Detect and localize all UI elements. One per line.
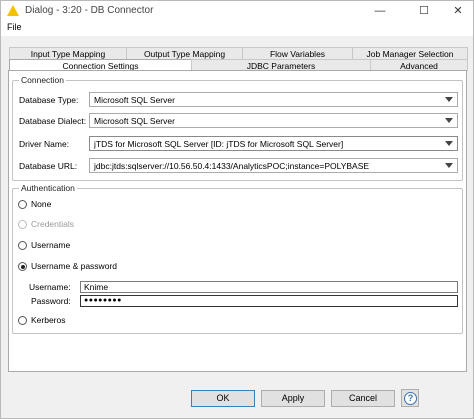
menu-file[interactable]: File [7,22,22,32]
password-label: Password: [31,296,71,306]
minimize-icon[interactable]: — [363,1,397,21]
help-button[interactable]: ? [401,389,419,407]
tab-flow-variables[interactable]: Flow Variables [242,47,353,59]
database-url-combo[interactable]: jdbc:jtds:sqlserver://10.56.50.4:1433/An… [89,158,458,173]
auth-username-password-radio[interactable] [18,262,27,271]
dialog-window: Dialog - 3:20 - DB Connector — ☐ ✕ File … [0,0,474,419]
authentication-group-label: Authentication [19,183,77,193]
database-type-label: Database Type: [19,95,79,105]
database-url-value: jdbc:jtds:sqlserver://10.56.50.4:1433/An… [94,161,370,171]
tab-input-type-mapping[interactable]: Input Type Mapping [9,47,127,59]
chevron-down-icon [445,141,453,146]
tab-row-1: Input Type Mapping Output Type Mapping F… [9,47,469,59]
auth-credentials-radio[interactable] [18,220,27,229]
driver-name-value: jTDS for Microsoft SQL Server [ID: jTDS … [94,139,344,149]
auth-username-radio[interactable] [18,241,27,250]
connection-group: Connection Database Type: Microsoft SQL … [12,75,463,181]
chevron-down-icon [445,97,453,102]
database-url-label: Database URL: [19,161,78,171]
username-value: Knime [84,282,109,292]
close-icon[interactable]: ✕ [441,1,474,21]
connection-group-label: Connection [19,75,67,85]
database-type-dropdown[interactable]: Microsoft SQL Server [89,92,458,107]
maximize-icon[interactable]: ☐ [407,1,441,21]
ok-button[interactable]: OK [191,390,255,407]
auth-username-password-label[interactable]: Username & password [31,261,117,271]
knime-warning-icon [7,5,19,16]
auth-none-radio[interactable] [18,200,27,209]
chevron-down-icon [445,163,453,168]
window-title: Dialog - 3:20 - DB Connector [25,5,154,16]
auth-kerberos-label[interactable]: Kerberos [31,315,66,325]
database-dialect-label: Database Dialect: [19,116,87,126]
database-dialect-value: Microsoft SQL Server [94,116,175,126]
apply-button[interactable]: Apply [261,390,325,407]
auth-kerberos-radio[interactable] [18,316,27,325]
driver-name-dropdown[interactable]: jTDS for Microsoft SQL Server [ID: jTDS … [89,136,458,151]
help-icon: ? [404,392,417,405]
database-type-value: Microsoft SQL Server [94,95,175,105]
chevron-down-icon [445,118,453,123]
connection-settings-panel: Connection Database Type: Microsoft SQL … [8,70,467,372]
driver-name-label: Driver Name: [19,139,70,149]
auth-username-label[interactable]: Username [31,240,70,250]
auth-credentials-label[interactable]: Credentials [31,219,74,229]
username-label: Username: [29,282,71,292]
tab-job-manager-selection[interactable]: Job Manager Selection [352,47,468,59]
authentication-group: Authentication None Credentials Username… [12,183,463,334]
tab-output-type-mapping[interactable]: Output Type Mapping [126,47,243,59]
database-dialect-dropdown[interactable]: Microsoft SQL Server [89,113,458,128]
password-value: ●●●●●●●● [84,297,122,304]
title-bar[interactable]: Dialog - 3:20 - DB Connector — ☐ ✕ [1,1,473,21]
auth-none-label[interactable]: None [31,199,51,209]
password-input[interactable]: ●●●●●●●● [80,295,458,307]
cancel-button[interactable]: Cancel [331,390,395,407]
menu-bar: File [1,21,473,36]
username-input[interactable]: Knime [80,281,458,293]
